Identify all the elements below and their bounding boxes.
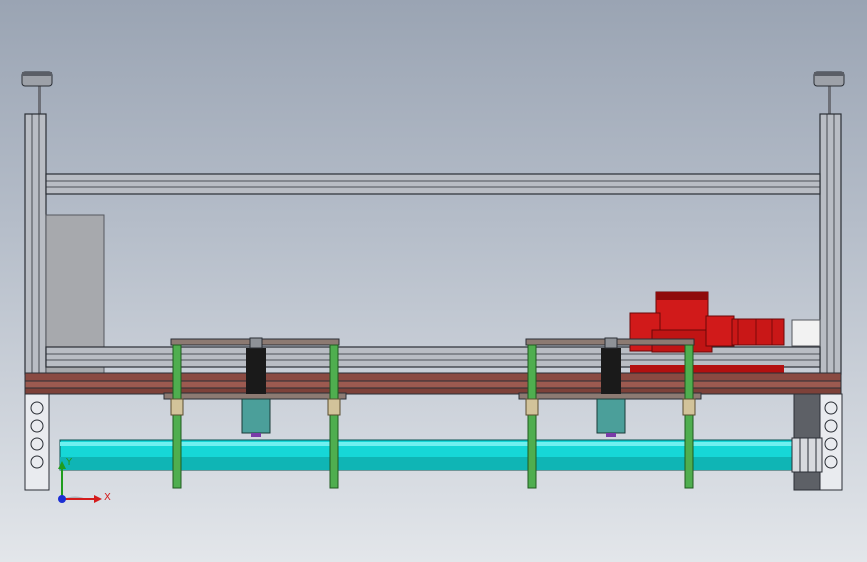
drive-shaft — [59, 439, 793, 471]
leveling-foot-left — [21, 71, 53, 115]
x-axis-label: X — [104, 492, 111, 503]
frame-post-right — [819, 113, 842, 375]
assembly-model[interactable] — [0, 0, 867, 562]
frame-rail-upper — [45, 173, 821, 195]
base-plate — [24, 372, 842, 395]
frame-profile-bottom-left — [24, 393, 50, 491]
cad-viewport[interactable]: X Y — [0, 0, 867, 562]
shaft-bearing — [791, 437, 823, 473]
y-axis-label: Y — [66, 457, 73, 468]
leveling-foot-right — [813, 71, 845, 115]
frame-post-left — [24, 113, 47, 375]
coordinate-triad: X Y — [50, 455, 120, 515]
z-axis-dot-icon — [58, 495, 66, 503]
